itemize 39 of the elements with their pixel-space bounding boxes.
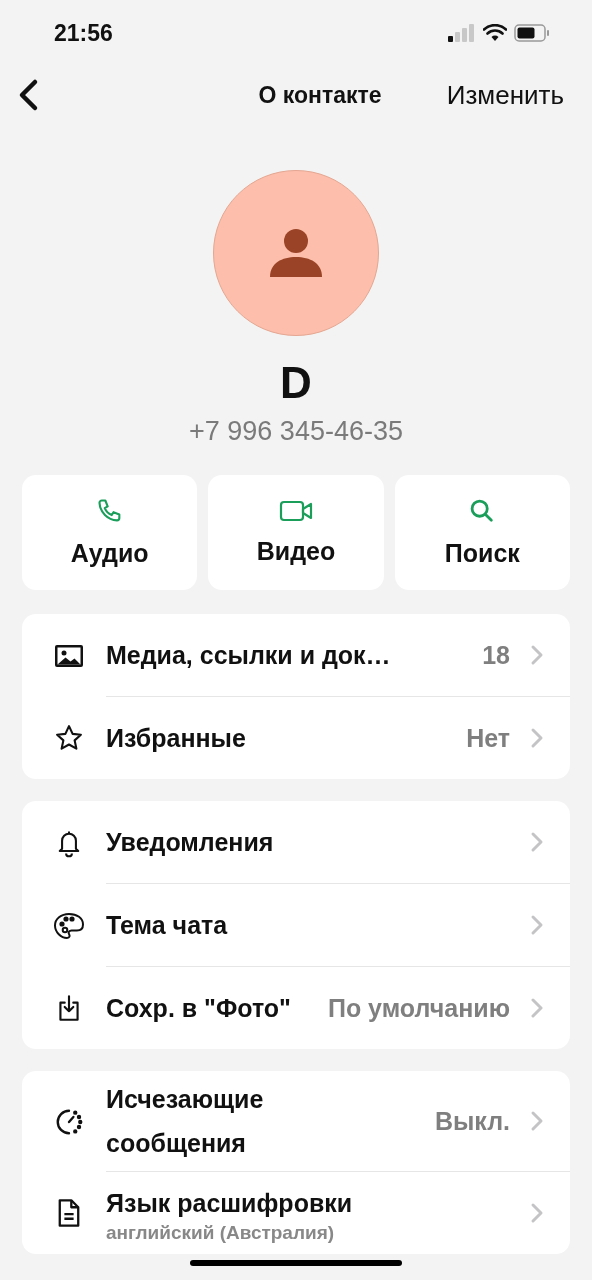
settings-row[interactable]: Избранные Нет (22, 697, 570, 779)
settings-row[interactable]: Язык расшифровки английский (Австралия) (22, 1172, 570, 1254)
settings-row[interactable]: Тема чата (22, 884, 570, 967)
settings-row[interactable]: Уведомления (22, 801, 570, 884)
page-title: О контакте (258, 81, 382, 109)
settings-row[interactable]: Сохр. в "Фото" По умолчанию (22, 967, 570, 1049)
chevron-icon (530, 644, 544, 666)
row-value: Выкл. (434, 1106, 510, 1136)
status-time: 21:56 (54, 19, 113, 47)
video-camera-icon (279, 499, 313, 523)
palette-icon (53, 911, 85, 940)
chevron-icon (530, 727, 544, 749)
signal-icon (448, 24, 476, 42)
row-label: Избранные (106, 723, 246, 754)
edit-button[interactable]: Изменить (446, 79, 564, 111)
chevron-icon (530, 997, 544, 1019)
row-label: Язык расшифровки (106, 1188, 353, 1219)
chevron-icon (530, 831, 544, 853)
row-value: 18 (482, 640, 510, 670)
row-label: Медиа, ссылки и док… (106, 640, 391, 671)
row-label: Исчезающие сообщения (106, 1084, 265, 1159)
battery-icon (514, 24, 550, 42)
search-button[interactable]: Поиск (394, 475, 570, 590)
settings-row[interactable]: Исчезающие сообщения Выкл. (22, 1071, 570, 1172)
phone-number: +7 996 345-46-35 (189, 416, 403, 447)
video-button[interactable]: Видео (208, 475, 384, 590)
row-value: Нет (466, 723, 510, 753)
row-label: Уведомления (106, 827, 274, 858)
row-value: По умолчанию (327, 993, 510, 1023)
image-icon (54, 643, 84, 668)
contact-name: D (280, 358, 312, 408)
audio-button[interactable]: Аудио (22, 475, 198, 590)
wifi-icon (483, 24, 507, 42)
chevron-icon (530, 914, 544, 936)
row-label: Тема чата (106, 910, 228, 941)
row-label: Сохр. в "Фото" (106, 993, 291, 1024)
settings-row[interactable]: Медиа, ссылки и док… 18 (22, 614, 570, 697)
star-icon (54, 723, 84, 753)
row-subtitle: английский (Австралия) (106, 1221, 336, 1245)
